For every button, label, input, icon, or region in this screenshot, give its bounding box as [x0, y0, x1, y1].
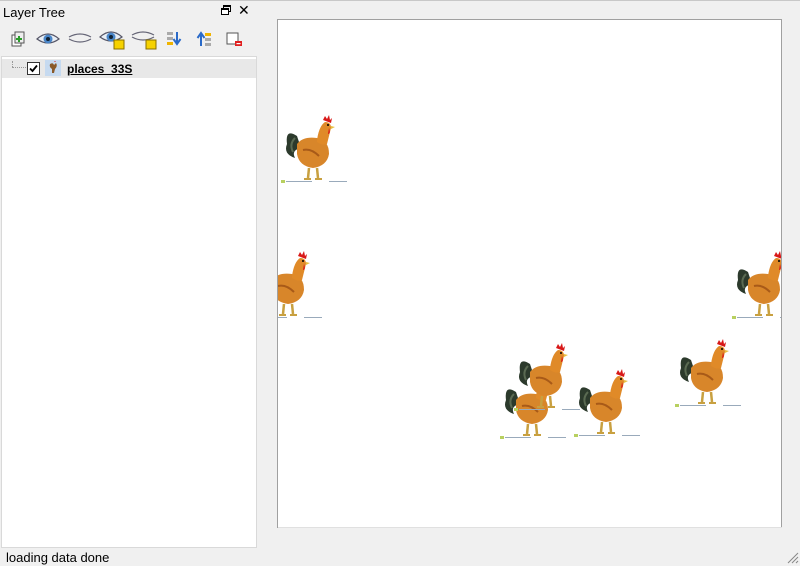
rooster-icon: [732, 250, 781, 321]
layer-toolbar: [4, 26, 254, 52]
eye-open-icon: [36, 33, 60, 44]
tree-branch-line: [12, 67, 26, 68]
map-canvas[interactable]: [277, 19, 782, 528]
add-layer-button[interactable]: [4, 26, 32, 52]
dock-title: Layer Tree: [3, 5, 66, 20]
checkmark-icon: [29, 64, 38, 73]
layer-visibility-checkbox[interactable]: [27, 62, 40, 75]
rooster-icon: [675, 338, 743, 409]
remove-layer-button[interactable]: [220, 26, 248, 52]
resize-grip-icon[interactable]: [785, 550, 799, 564]
layer-tree-dock: Layer Tree ✕ places_33S: [0, 1, 258, 548]
add-layer-icon: [11, 31, 25, 47]
rooster-icon: [281, 114, 349, 185]
layer-name: places_33S: [67, 62, 133, 76]
layer-row[interactable]: places_33S: [2, 59, 256, 78]
remove-layer-icon: [226, 32, 242, 46]
point-layer-icon: [45, 60, 61, 76]
restore-window-icon[interactable]: [220, 4, 232, 16]
arrow-up-icon: [196, 31, 211, 46]
show-all-layers-button[interactable]: [34, 26, 62, 52]
hide-selected-layers-button[interactable]: [130, 26, 158, 52]
move-layer-down-button[interactable]: [160, 26, 188, 52]
map-frame-shadow: [278, 527, 782, 528]
show-selected-layers-button[interactable]: [98, 26, 126, 52]
arrow-down-icon: [167, 32, 182, 46]
close-icon[interactable]: ✕: [238, 2, 250, 18]
layer-tree: places_33S: [1, 56, 257, 548]
move-layer-up-button[interactable]: [190, 26, 218, 52]
eye-closed-selected-icon: [131, 31, 157, 50]
eye-closed-icon: [68, 33, 92, 43]
rooster-icon: [574, 368, 642, 439]
hide-all-layers-button[interactable]: [66, 26, 94, 52]
status-message: loading data done: [6, 550, 110, 565]
rooster-icon: [278, 250, 324, 321]
eye-open-selected-icon: [99, 31, 125, 50]
